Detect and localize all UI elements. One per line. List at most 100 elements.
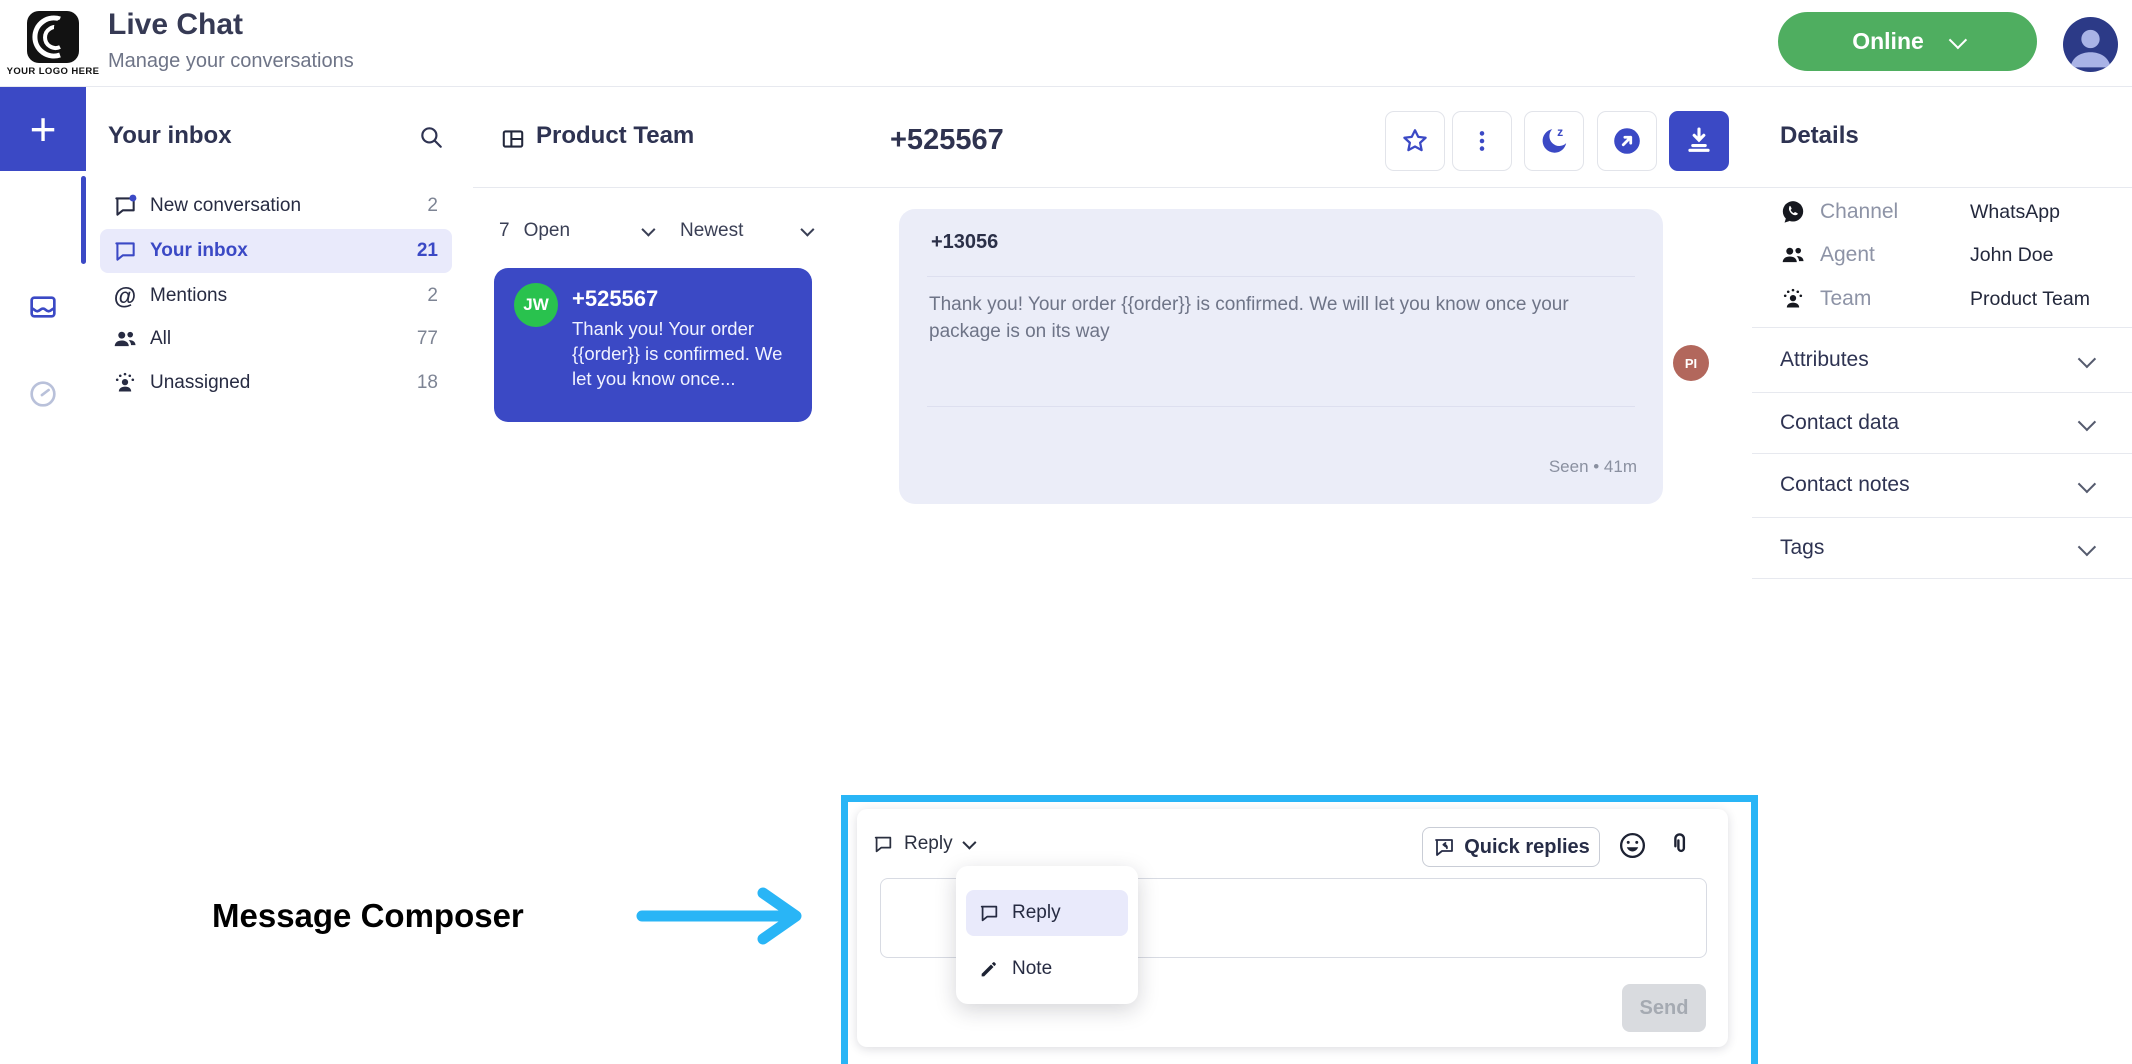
status-dropdown-button[interactable]: Online	[1778, 12, 2037, 71]
chevron-down-icon	[2077, 412, 2097, 431]
divider	[837, 187, 1752, 188]
favorite-button[interactable]	[1385, 111, 1445, 171]
chat-title: +525567	[890, 124, 1004, 156]
section-attributes[interactable]: Attributes	[1780, 330, 2097, 390]
contact-avatar: PI	[1673, 345, 1709, 381]
filter-open-dropdown[interactable]: 7 Open	[499, 220, 656, 242]
detail-label: Agent	[1820, 243, 1875, 266]
sidebar-item-all[interactable]: All 77	[100, 317, 452, 361]
detail-row-team: Team Product Team	[1780, 279, 2090, 319]
sidebar-item-mentions[interactable]: @ Mentions 2	[100, 274, 452, 318]
sidebar-item-label: Unassigned	[150, 372, 251, 393]
chevron-down-icon	[2077, 537, 2097, 556]
team-board-icon	[500, 126, 526, 152]
chat-icon	[980, 905, 998, 922]
divider	[1752, 453, 2132, 454]
detail-value: WhatsApp	[1970, 200, 2060, 223]
details-panel: Details Channel WhatsApp Agent John Doe …	[1752, 86, 2132, 1064]
count-badge: 21	[416, 240, 438, 261]
snooze-button[interactable]: z	[1524, 111, 1584, 171]
chevron-down-icon	[641, 222, 656, 237]
divider	[1752, 578, 2132, 579]
star-icon	[1403, 129, 1427, 152]
sidebar-item-your-inbox[interactable]: Your inbox 21	[100, 229, 452, 273]
paperclip-icon	[1674, 833, 1686, 852]
team-panel-title: Product Team	[536, 122, 695, 149]
menu-item-note[interactable]: Note	[966, 946, 1128, 992]
filter-label: Open	[523, 220, 571, 241]
quick-reply-icon	[1435, 839, 1454, 856]
section-label: Attributes	[1780, 348, 1869, 371]
count-badge: 77	[416, 328, 438, 349]
conversation-list-item[interactable]: JW +525567 Thank you! Your order {{order…	[494, 268, 812, 422]
sort-label: Newest	[680, 220, 744, 241]
emoji-button[interactable]	[1615, 828, 1649, 862]
message-status: Seen • 41m	[1548, 457, 1637, 476]
person-dots-icon	[1780, 286, 1806, 312]
reply-mode-label: Reply	[904, 833, 953, 854]
message-bubble: +13056 Thank you! Your order {{order}} i…	[899, 209, 1663, 504]
menu-item-label: Note	[1012, 958, 1053, 979]
inbox-panel-title: Your inbox	[108, 122, 232, 149]
details-title: Details	[1780, 122, 1859, 149]
send-button[interactable]: Send	[1622, 984, 1706, 1032]
quick-replies-label: Quick replies	[1464, 835, 1590, 858]
reply-mode-dropdown[interactable]: Reply	[872, 826, 977, 862]
avatar: JW	[514, 283, 558, 327]
section-contact-data[interactable]: Contact data	[1780, 393, 2097, 453]
annotation-label: Message Composer	[212, 897, 524, 934]
section-label: Tags	[1780, 536, 1825, 559]
chat-icon	[874, 836, 892, 853]
section-contact-notes[interactable]: Contact notes	[1780, 455, 2097, 515]
detail-row-agent: Agent John Doe	[1780, 235, 2053, 275]
live-chat-app: YOUR LOGO HERE Live Chat Manage your con…	[0, 0, 2132, 1064]
status-label: Online	[1852, 28, 1924, 54]
divider	[1752, 187, 2132, 188]
count-badge: 2	[427, 195, 438, 216]
chevron-down-icon	[2077, 474, 2097, 493]
count-badge: 2	[427, 285, 438, 306]
attachment-button[interactable]	[1663, 828, 1697, 862]
reports-gauge-icon[interactable]	[27, 378, 59, 410]
whatsapp-icon	[1780, 199, 1806, 225]
sidebar-item-label: Your inbox	[150, 240, 248, 261]
detail-row-channel: Channel WhatsApp	[1780, 192, 2060, 232]
chevron-down-icon	[961, 835, 977, 850]
top-header: YOUR LOGO HERE Live Chat Manage your con…	[0, 0, 2132, 87]
menu-item-reply[interactable]: Reply	[966, 890, 1128, 936]
chat-icon	[112, 238, 138, 264]
page-title: Live Chat	[108, 8, 244, 41]
kebab-menu-icon	[1479, 131, 1485, 151]
chevron-down-icon	[2077, 349, 2097, 368]
arrow-up-right-icon	[1614, 128, 1640, 154]
section-tags[interactable]: Tags	[1780, 518, 2097, 578]
composer-mode-menu: Reply Note	[956, 866, 1138, 1004]
open-count: 7	[499, 220, 510, 241]
share-button[interactable]	[1597, 111, 1657, 171]
people-icon	[1780, 242, 1806, 268]
conversation-preview: Thank you! Your order {{order}} is confi…	[572, 318, 783, 389]
message-body: Thank you! Your order {{order}} is confi…	[929, 294, 1569, 342]
sidebar-item-new-conversation[interactable]: New conversation 2	[100, 184, 452, 228]
resolve-button[interactable]	[1669, 111, 1729, 171]
divider	[927, 406, 1635, 407]
sidebar-item-label: Mentions	[150, 285, 228, 306]
more-options-button[interactable]	[1452, 111, 1512, 171]
search-icon[interactable]	[418, 124, 444, 150]
page-subtitle: Manage your conversations	[108, 50, 354, 72]
sort-dropdown[interactable]: Newest	[680, 220, 815, 242]
new-conversation-button[interactable]: +	[0, 86, 86, 171]
divider	[473, 187, 837, 188]
quick-replies-button[interactable]: Quick replies	[1422, 827, 1600, 867]
logo-caption: YOUR LOGO HERE	[6, 66, 100, 77]
section-label: Contact data	[1780, 411, 1900, 434]
count-badge: 18	[416, 372, 438, 393]
sidebar-item-unassigned[interactable]: Unassigned 18	[100, 361, 452, 405]
message-sender: +13056	[931, 231, 999, 253]
chat-new-icon	[112, 193, 138, 219]
at-icon: @	[113, 283, 137, 309]
inbox-nav-icon[interactable]	[27, 291, 59, 323]
people-icon	[112, 326, 138, 352]
user-avatar[interactable]	[2063, 17, 2118, 72]
conversation-title: +525567	[572, 286, 659, 311]
